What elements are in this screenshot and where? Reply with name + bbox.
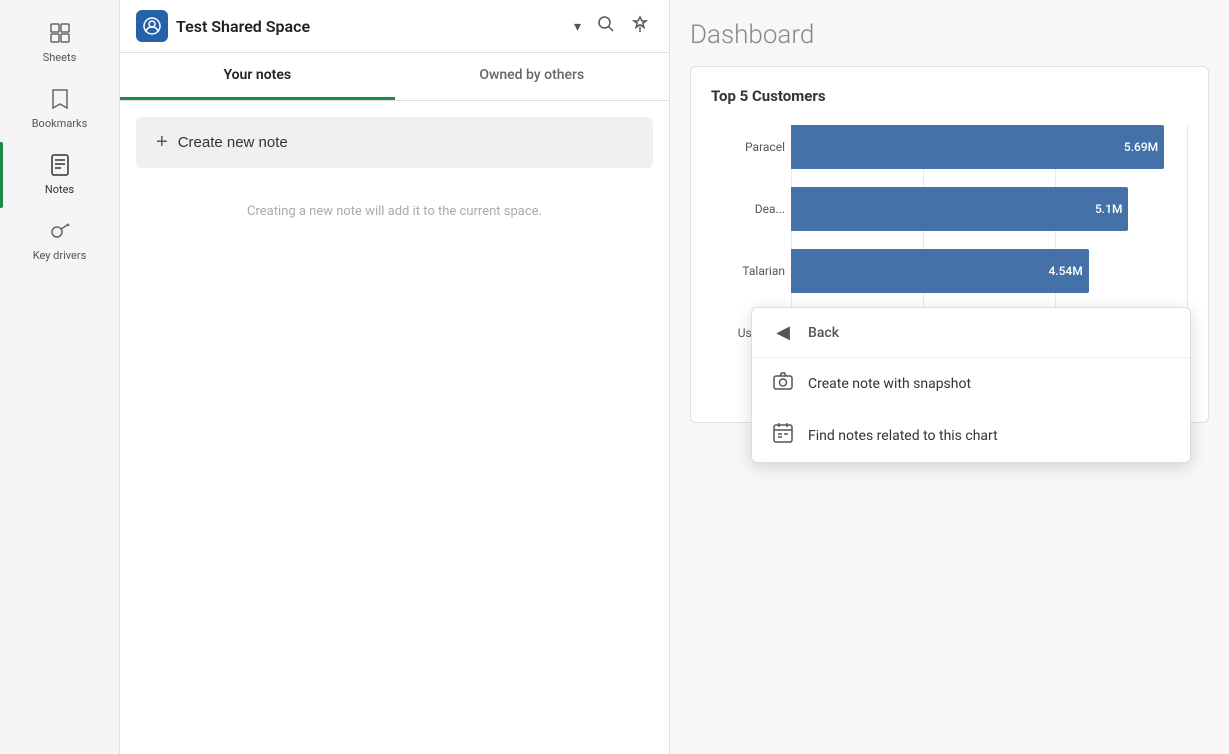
notes-icon (50, 154, 70, 179)
sidebar-item-bookmarks-label: Bookmarks (32, 117, 88, 130)
sidebar-item-sheets-label: Sheets (43, 51, 77, 64)
notes-panel-header: Test Shared Space ▾ (120, 0, 669, 53)
camera-icon (772, 372, 794, 395)
bar-value-dea: 5.1M (1095, 202, 1122, 216)
sidebar-item-notes[interactable]: Notes (0, 142, 119, 208)
bar-row-paracel: Paracel 5.69M (791, 125, 1188, 169)
create-note-label: Create new note (178, 134, 288, 151)
bar-value-talarian: 4.54M (1048, 264, 1082, 278)
sidebar-item-bookmarks[interactable]: Bookmarks (0, 76, 119, 142)
bar-fill-paracel: 5.69M (791, 125, 1164, 169)
bar-fill-dea: 5.1M (791, 187, 1128, 231)
sidebar-item-key-drivers-label: Key drivers (33, 249, 87, 262)
search-button[interactable] (593, 11, 619, 42)
space-icon (136, 10, 168, 42)
bar-label-talarian: Talarian (711, 264, 785, 278)
back-chevron-icon: ◀ (772, 322, 794, 343)
tab-your-notes[interactable]: Your notes (120, 53, 395, 100)
tabs: Your notes Owned by others (120, 53, 669, 101)
header-actions (593, 11, 653, 42)
chart-card: Top 5 Customers Paracel 5.69M (690, 66, 1209, 423)
context-menu: ◀ Back Create note with snapshot (751, 307, 1191, 463)
create-note-button[interactable]: + Create new note (136, 117, 653, 168)
menu-back-button[interactable]: ◀ Back (752, 308, 1190, 358)
back-label: Back (808, 325, 839, 341)
space-dropdown-button[interactable]: ▾ (570, 16, 585, 37)
tab-owned-by-others[interactable]: Owned by others (395, 53, 670, 100)
notes-hint-text: Creating a new note will add it to the c… (120, 184, 669, 239)
dashboard-title: Dashboard (690, 20, 1209, 50)
sheets-icon (49, 22, 71, 47)
plus-icon: + (156, 131, 168, 154)
bar-fill-talarian: 4.54M (791, 249, 1089, 293)
bar-label-dea: Dea... (711, 202, 785, 216)
create-note-snapshot-label: Create note with snapshot (808, 376, 971, 392)
notes-panel: Test Shared Space ▾ Your notes Owned by … (120, 0, 670, 754)
sidebar-item-notes-label: Notes (45, 183, 74, 196)
chart-title: Top 5 Customers (711, 87, 1188, 105)
bar-value-paracel: 5.69M (1124, 140, 1158, 154)
find-notes-icon (772, 423, 794, 448)
space-title: Test Shared Space (176, 17, 562, 36)
bookmarks-icon (51, 88, 69, 113)
sidebar-item-sheets[interactable]: Sheets (0, 10, 119, 76)
dashboard-area: Dashboard Top 5 Customers Paracel 5.69M (670, 0, 1229, 754)
menu-find-notes[interactable]: Find notes related to this chart (752, 409, 1190, 462)
bar-label-paracel: Paracel (711, 140, 785, 154)
find-notes-label: Find notes related to this chart (808, 428, 998, 444)
bar-row-dea: Dea... 5.1M (791, 187, 1188, 231)
menu-create-note-snapshot[interactable]: Create note with snapshot (752, 358, 1190, 409)
sidebar-item-key-drivers[interactable]: Key drivers (0, 208, 119, 274)
pin-button[interactable] (627, 11, 653, 42)
sidebar: Sheets Bookmarks Notes Key (0, 0, 120, 754)
key-drivers-icon (49, 220, 71, 245)
bar-row-talarian: Talarian 4.54M (791, 249, 1188, 293)
